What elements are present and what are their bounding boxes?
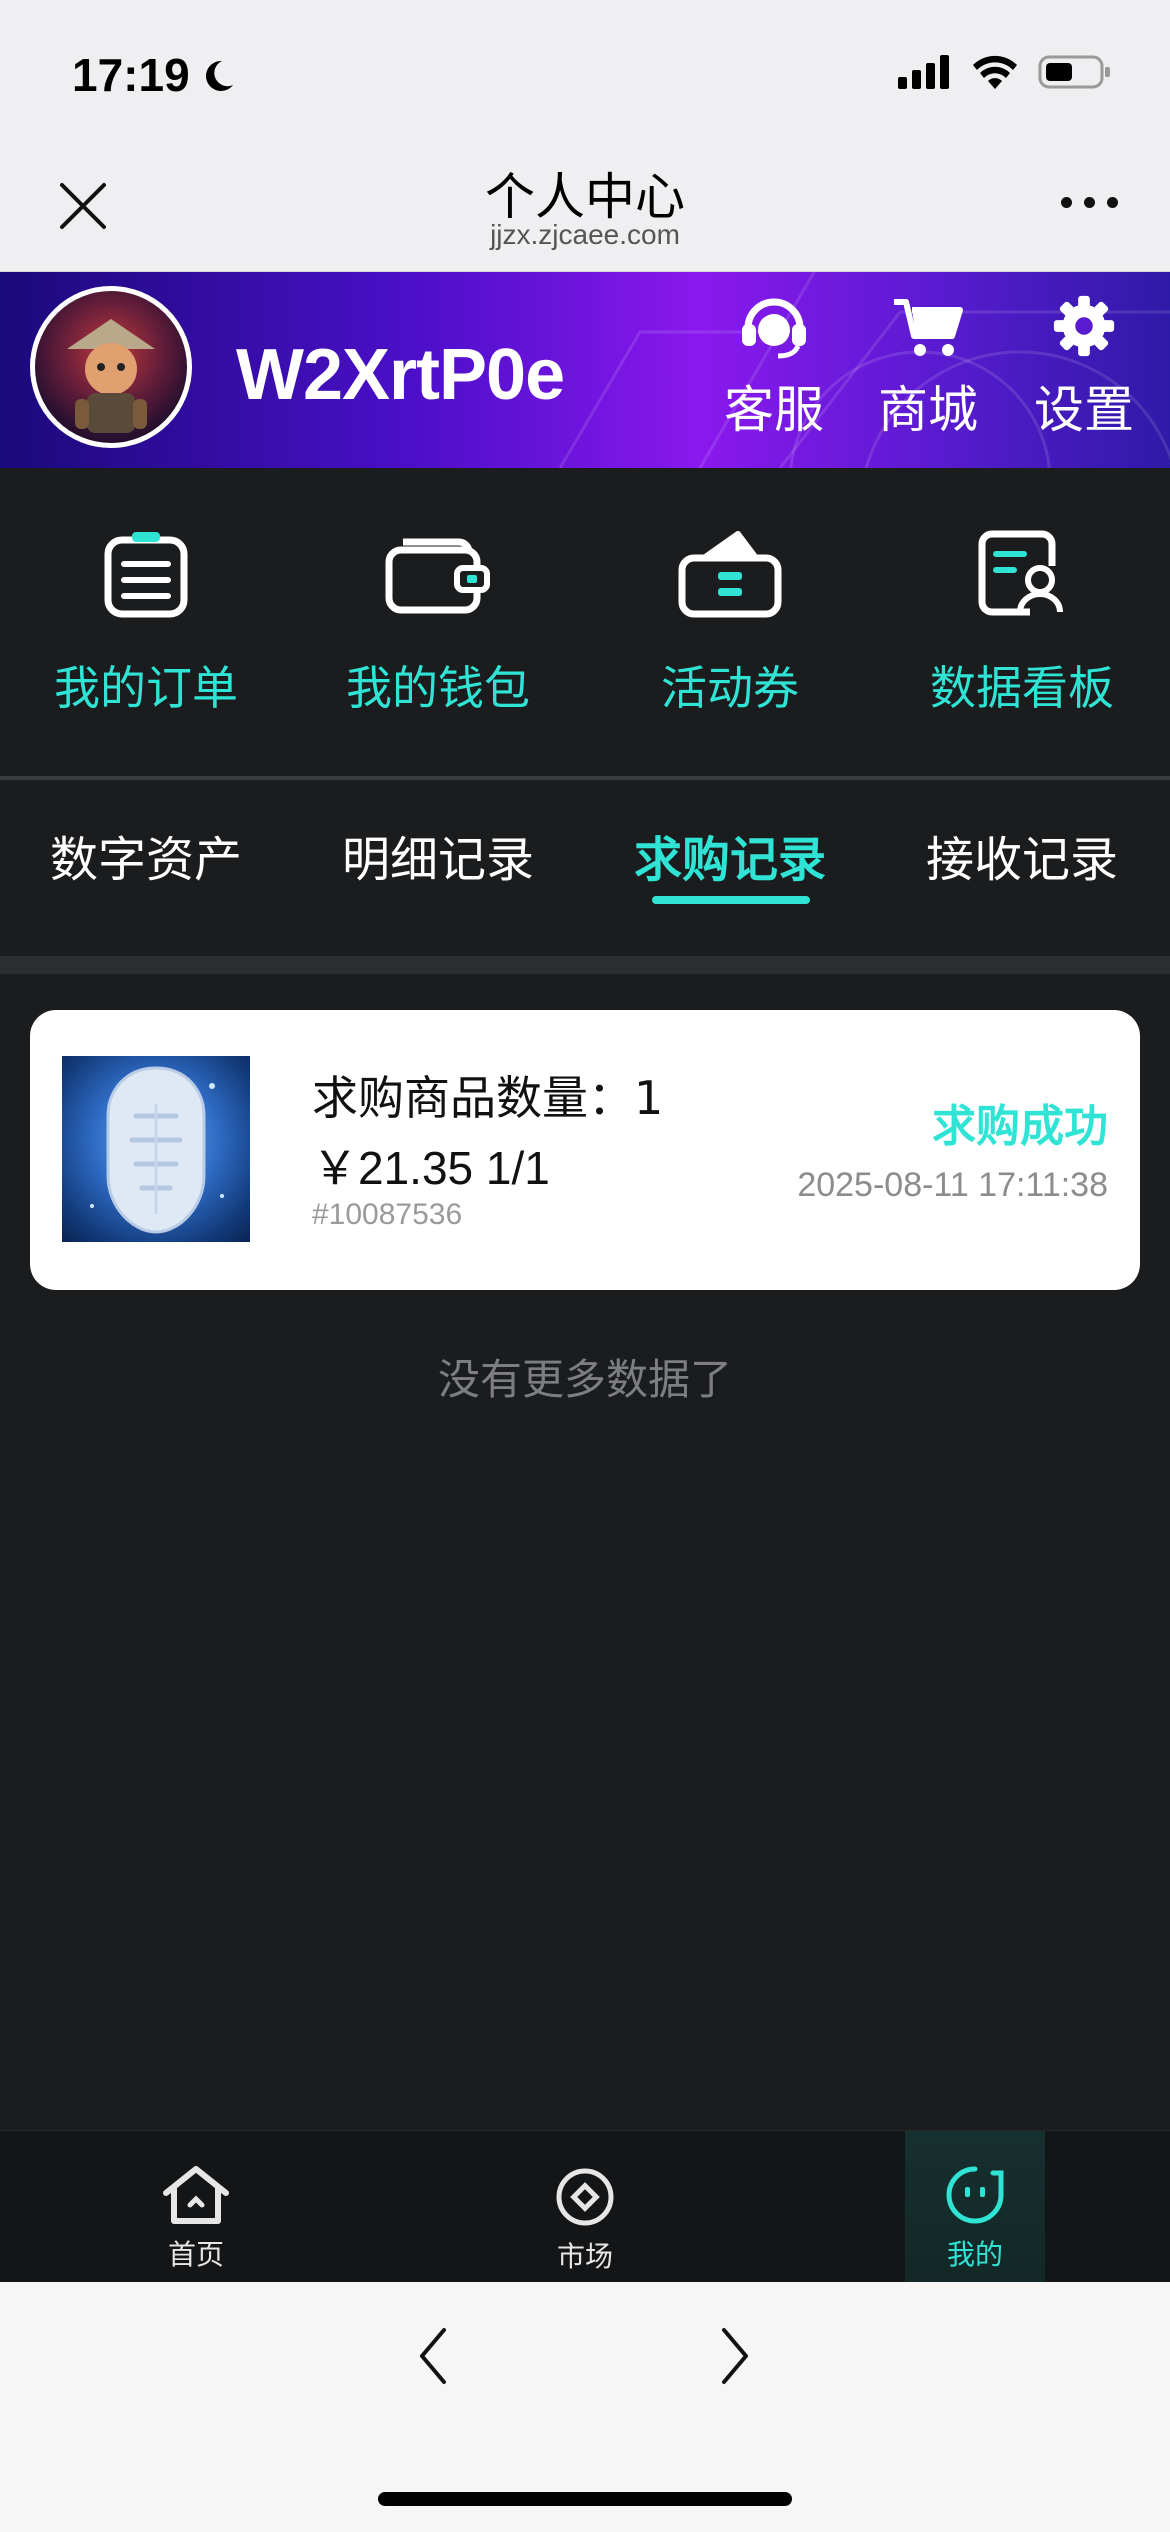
coupons-label: 活动券: [661, 661, 799, 715]
battery-icon: [1038, 55, 1110, 89]
forward-arrow-icon[interactable]: [718, 2326, 752, 2386]
wifi-icon: [973, 55, 1017, 89]
quick-menu: 我的订单 我的钱包 活动券 数据看板: [0, 468, 1170, 778]
tab-purchase-requests[interactable]: 求购记录: [584, 820, 876, 890]
profile-face-icon: [946, 2166, 1004, 2224]
my-orders-button[interactable]: 我的订单: [0, 528, 292, 718]
data-board-label: 数据看板: [930, 661, 1114, 715]
section-divider: [0, 956, 1170, 974]
home-indicator[interactable]: [378, 2492, 792, 2506]
request-code: #10087536: [312, 1198, 463, 1231]
jade-pendant-image: [90, 1066, 224, 1234]
settings-label: 设置: [1034, 381, 1134, 439]
coupon-icon: [678, 531, 782, 618]
page-url: jjzx.zjcaee.com: [490, 219, 680, 250]
my-wallet-button[interactable]: 我的钱包: [292, 528, 584, 718]
nav-mine-label: 我的: [946, 2238, 1003, 2271]
record-tabs: 数字资产 明细记录 求购记录 接收记录: [0, 780, 1170, 956]
nav-mine[interactable]: 我的: [905, 2131, 1045, 2283]
cart-icon: [894, 299, 963, 356]
data-board-icon: [978, 530, 1063, 616]
back-arrow-icon[interactable]: [416, 2326, 450, 2386]
nav-market-label: 市场: [556, 2240, 613, 2273]
browser-navbar: 个人中心 jjzx.zjcaee.com: [0, 135, 1170, 272]
headset-icon: [742, 298, 806, 359]
my-wallet-label: 我的钱包: [346, 661, 530, 715]
settings-button[interactable]: 设置: [1024, 292, 1144, 442]
my-orders-label: 我的订单: [54, 661, 238, 715]
nav-home[interactable]: 首页: [126, 2131, 266, 2283]
tab-digital-assets[interactable]: 数字资产: [0, 820, 292, 890]
list-item[interactable]: 求购商品数量：1 ￥21.35 1/1 #10087536 求购成功 2025-…: [30, 1010, 1140, 1290]
tab-detail-records[interactable]: 明细记录: [292, 820, 584, 890]
status-bar: 17:19: [0, 0, 1170, 135]
clipboard-icon: [104, 532, 188, 618]
cellular-signal-icon: [898, 55, 949, 89]
gear-icon: [1053, 295, 1115, 357]
home-icon: [163, 2166, 229, 2224]
nav-market[interactable]: 市场: [515, 2131, 655, 2283]
mall-label: 商城: [878, 381, 978, 439]
bottom-nav: 首页 市场 我的: [0, 2130, 1170, 2283]
data-board-button[interactable]: 数据看板: [876, 528, 1168, 718]
status-time: 17:19: [72, 49, 190, 101]
request-price: ￥21.35 1/1: [312, 1142, 550, 1194]
tab-received-records[interactable]: 接收记录: [876, 820, 1168, 890]
coupons-button[interactable]: 活动券: [584, 528, 876, 718]
avatar[interactable]: [30, 286, 192, 448]
nav-home-label: 首页: [167, 2238, 224, 2271]
product-thumbnail: [62, 1056, 250, 1242]
status-indicators: [898, 54, 1112, 90]
more-icon[interactable]: [1061, 197, 1118, 208]
username: W2XrtP0e: [236, 335, 565, 415]
moon-icon: [206, 60, 233, 91]
wallet-icon: [385, 538, 490, 614]
customer-service-label: 客服: [724, 381, 824, 439]
request-quantity: 求购商品数量：1: [312, 1071, 664, 1125]
avatar-character: [67, 319, 155, 433]
mall-button[interactable]: 商城: [868, 292, 988, 442]
profile-banner: W2XrtP0e 客服 商城 设置: [0, 272, 1170, 468]
active-tab-indicator: [652, 896, 810, 904]
list-end-text: 没有更多数据了: [437, 1355, 732, 1404]
request-time: 2025-08-11 17:11:38: [797, 1166, 1108, 1204]
customer-service-button[interactable]: 客服: [714, 292, 834, 442]
status-badge: 求购成功: [932, 1101, 1108, 1152]
market-icon: [556, 2168, 614, 2226]
